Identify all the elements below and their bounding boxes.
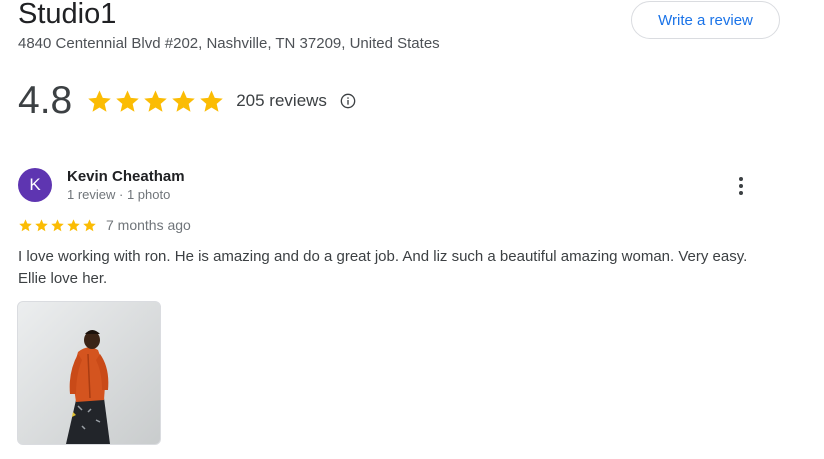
business-name: Studio1: [18, 0, 117, 30]
star-icon: [83, 218, 96, 231]
reviewer-name[interactable]: Kevin Cheatham: [67, 167, 185, 186]
more-options-button[interactable]: [729, 174, 753, 198]
review-stars: [18, 218, 97, 233]
review-panel: Studio1 4840 Centennial Blvd #202, Nashv…: [0, 0, 824, 459]
review-count-link[interactable]: 205 reviews: [236, 91, 327, 111]
review-rating: 7 months ago: [18, 216, 191, 234]
write-review-button[interactable]: Write a review: [631, 1, 780, 39]
rating-value: 4.8: [18, 79, 73, 122]
business-address: 4840 Centennial Blvd #202, Nashville, TN…: [18, 35, 440, 52]
star-icon: [172, 89, 195, 112]
info-icon[interactable]: [340, 93, 356, 109]
review-text: I love working with ron. He is amazing a…: [18, 248, 748, 287]
review-photo[interactable]: [17, 301, 161, 445]
rating-stars: [86, 88, 225, 115]
review-date: 7 months ago: [106, 217, 191, 233]
star-icon: [116, 89, 139, 112]
star-icon: [88, 89, 111, 112]
star-icon: [200, 89, 223, 112]
more-vert-icon: [739, 177, 743, 195]
reviewer-meta: 1 review · 1 photo: [67, 187, 171, 202]
star-icon: [67, 218, 80, 231]
star-icon: [35, 218, 48, 231]
star-icon: [19, 218, 32, 231]
star-icon: [144, 89, 167, 112]
rating-summary: 4.8 205 reviews: [18, 76, 356, 126]
avatar[interactable]: K: [18, 168, 52, 202]
review-photo-image: [18, 302, 160, 444]
star-icon: [51, 218, 64, 231]
